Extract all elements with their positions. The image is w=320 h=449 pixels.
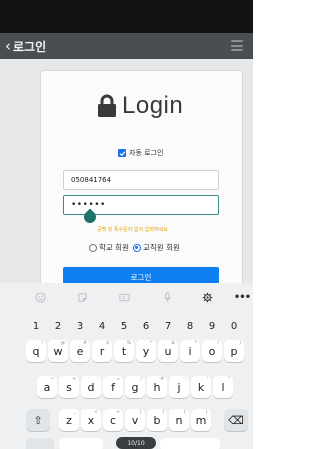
gear-icon[interactable] <box>201 291 213 303</box>
key-t[interactable]: t% <box>114 340 134 362</box>
key-9[interactable]: 9 <box>201 317 223 335</box>
delete-key[interactable]: ⌫ <box>224 409 248 431</box>
key-g[interactable]: g / <box>125 376 145 398</box>
id-field[interactable]: 050841764 <box>63 170 219 190</box>
page-indicator: 10/10 <box>116 437 156 449</box>
gif-icon[interactable] <box>118 291 130 303</box>
key-s[interactable]: s + <box>59 376 79 398</box>
key-h[interactable]: h # <box>147 376 167 398</box>
chevron-left-icon: ‹ <box>5 36 11 55</box>
key-1[interactable]: 1 <box>25 317 47 335</box>
key-o[interactable]: o( <box>202 340 222 362</box>
member-type-group: 학교 회원 교직원 회원 <box>89 242 184 253</box>
key-6[interactable]: 6 <box>135 317 157 335</box>
key-5[interactable]: 5 <box>113 317 135 335</box>
key-n[interactable]: n{ <box>169 409 189 431</box>
space-key[interactable] <box>160 438 220 449</box>
key-8[interactable]: 8 <box>179 317 201 335</box>
check-icon <box>119 150 125 156</box>
hamburger-icon[interactable] <box>231 40 243 51</box>
number-row: 1 2 3 4 5 6 7 8 9 0 <box>0 317 253 335</box>
key-q[interactable]: q! <box>26 340 46 362</box>
shift-icon: ⇧ <box>33 413 43 427</box>
radio-school-member[interactable]: 학교 회원 <box>89 242 129 253</box>
login-title: Login <box>122 92 184 119</box>
key-0[interactable]: 0 <box>223 317 245 335</box>
lock-icon <box>98 94 116 117</box>
radio-label: 학교 회원 <box>99 243 129 252</box>
key-p[interactable]: p) <box>224 340 244 362</box>
key-f[interactable]: f = <box>103 376 123 398</box>
radio-button[interactable] <box>132 243 141 252</box>
app-bar: ‹ 로그인 <box>0 33 253 59</box>
key-2[interactable]: 2 <box>47 317 69 335</box>
login-heading: Login <box>97 92 183 120</box>
on-screen-keyboard: ••• 1 2 3 4 5 6 7 8 9 0 q! w @ e # r $ t% y… <box>0 283 253 449</box>
key-a[interactable]: a ~ <box>37 376 57 398</box>
key-7[interactable]: 7 <box>157 317 179 335</box>
emoji-icon[interactable] <box>34 291 46 303</box>
key-w[interactable]: w @ <box>48 340 68 362</box>
key-e[interactable]: e # <box>70 340 90 362</box>
login-card: Login 자동 로그인 050841764 •••••• 공백 및 특수문자 … <box>40 70 243 283</box>
microphone-icon[interactable] <box>161 291 173 303</box>
backspace-icon: ⌫ <box>228 413 244 427</box>
radio-label: 교직원 회원 <box>142 243 180 252</box>
language-key[interactable] <box>59 438 103 449</box>
key-i[interactable]: i * <box>180 340 200 362</box>
key-u[interactable]: u & <box>158 340 178 362</box>
auto-login-toggle[interactable]: 자동 로그인 <box>118 148 163 158</box>
radio-staff-member[interactable]: 교직원 회원 <box>132 242 180 253</box>
key-l[interactable]: l " <box>213 376 233 398</box>
key-j[interactable]: j: <box>169 376 189 398</box>
content-area: Login 자동 로그인 050841764 •••••• 공백 및 특수문자 … <box>0 59 253 283</box>
key-k[interactable]: k ' <box>191 376 211 398</box>
key-z[interactable]: z _ <box>59 409 79 431</box>
more-options-icon[interactable]: ••• <box>234 291 251 303</box>
key-y[interactable]: y ^ <box>136 340 156 362</box>
input-hint: 공백 및 특수문자 없이 입력하세요. <box>97 227 170 233</box>
login-button[interactable]: 로그인 <box>63 267 219 283</box>
key-r[interactable]: r $ <box>92 340 112 362</box>
key-m[interactable]: m} <box>191 409 211 431</box>
radio-button[interactable] <box>89 243 97 252</box>
back-button[interactable]: ‹ 로그인 <box>0 33 46 59</box>
key-b[interactable]: b] <box>147 409 167 431</box>
shift-key[interactable]: ⇧ <box>26 409 50 431</box>
key-c[interactable]: c > <box>103 409 123 431</box>
status-bar <box>0 0 253 33</box>
symbols-key[interactable] <box>26 438 54 449</box>
key-d[interactable]: d- <box>81 376 101 398</box>
sticker-icon[interactable] <box>76 291 88 303</box>
keyboard-toolbar: ••• <box>0 283 253 311</box>
auto-login-label: 자동 로그인 <box>129 149 164 157</box>
auto-login-checkbox[interactable] <box>118 149 126 157</box>
key-v[interactable]: v[ <box>125 409 145 431</box>
page-title: 로그인 <box>13 39 47 54</box>
key-3[interactable]: 3 <box>69 317 91 335</box>
key-4[interactable]: 4 <box>91 317 113 335</box>
key-x[interactable]: x < <box>81 409 101 431</box>
